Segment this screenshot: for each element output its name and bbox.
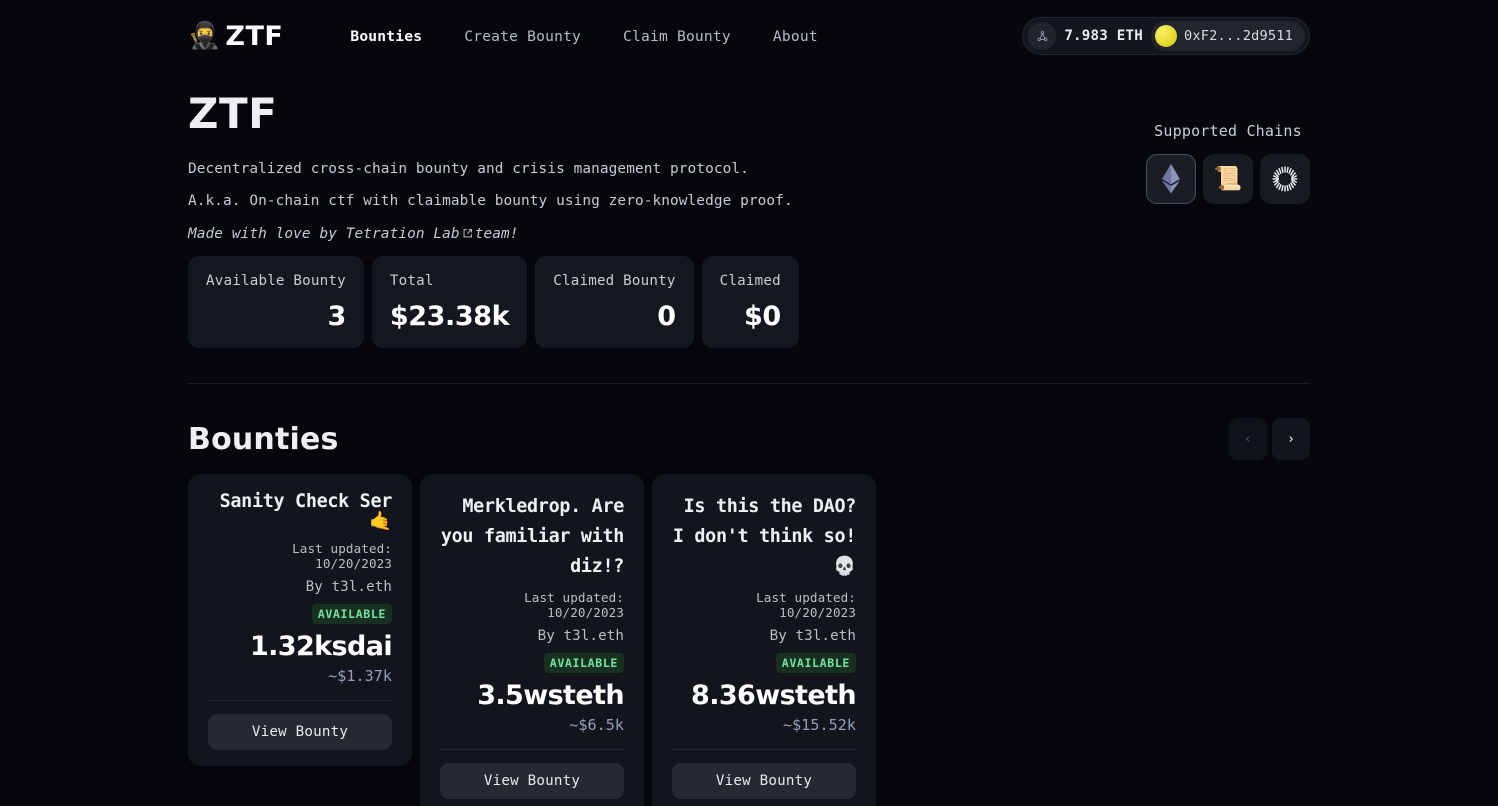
chevron-left-icon[interactable]: ‹ bbox=[1229, 418, 1267, 460]
avatar bbox=[1155, 25, 1177, 47]
pagination: ‹ › bbox=[1229, 418, 1310, 460]
stat-card-claimed-bounty: Claimed Bounty 0 bbox=[535, 256, 694, 348]
bounty-last-updated: Last updated: 10/20/2023 bbox=[292, 541, 392, 572]
ninja-icon: 🥷 bbox=[188, 21, 221, 51]
ethereum-icon bbox=[1162, 164, 1180, 194]
bounty-amount: 8.36wsteth bbox=[691, 680, 857, 712]
bounties-title: Bounties bbox=[188, 421, 339, 457]
stat-value: 3 bbox=[327, 301, 346, 332]
hero-credit: Made with love by Tetration Lab team! bbox=[188, 226, 948, 243]
wallet-address: 0xF2...2d9511 bbox=[1184, 28, 1293, 44]
nav-link-bounties[interactable]: Bounties bbox=[329, 22, 443, 51]
bounty-card-list: Sanity Check Ser 🤙 Last updated: 10/20/2… bbox=[188, 474, 876, 806]
bounty-usd-value: ~$15.52k bbox=[782, 716, 856, 735]
brand-logo[interactable]: 🥷 ZTF bbox=[188, 21, 283, 52]
bounty-usd-value: ~$6.5k bbox=[569, 716, 624, 735]
view-bounty-button[interactable]: View Bounty bbox=[672, 763, 856, 800]
hero-description-line-1: Decentralized cross-chain bounty and cri… bbox=[188, 161, 749, 178]
bounty-amount: 3.5wsteth bbox=[477, 680, 624, 712]
scroll-icon: 📜 bbox=[1213, 165, 1243, 192]
brand-name: ZTF bbox=[225, 20, 284, 52]
ethereum-network-icon[interactable] bbox=[1028, 22, 1057, 50]
card-separator bbox=[208, 700, 392, 702]
bounty-title: Merkledrop. Are you familiar with diz!? bbox=[440, 496, 624, 577]
card-separator bbox=[672, 749, 856, 751]
bounty-usd-value: ~$1.37k bbox=[328, 667, 392, 686]
bounty-card[interactable]: Is this the DAO? I don't think so! 💀 Las… bbox=[652, 474, 876, 806]
stat-card-claimed: Claimed $0 bbox=[701, 256, 799, 348]
bounties-section-header: Bounties ‹ › bbox=[188, 418, 1310, 460]
stat-label: Total bbox=[389, 273, 434, 289]
stat-value: $23.38k bbox=[389, 301, 510, 332]
badge-row: AVAILABLE bbox=[672, 653, 856, 674]
app-root: 🥷 ZTF Bounties Create Bounty Claim Bount… bbox=[0, 0, 1498, 806]
bounty-author: By t3l.eth bbox=[769, 628, 856, 645]
bounty-last-updated: Last updated: 10/20/2023 bbox=[756, 590, 856, 621]
bounty-card[interactable]: Merkledrop. Are you familiar with diz!? … bbox=[420, 474, 644, 806]
stats-row: Available Bounty 3 Total $23.38k Claimed… bbox=[188, 256, 799, 348]
stat-card-available-bounty: Available Bounty 3 bbox=[188, 256, 364, 348]
stat-value: 0 bbox=[657, 301, 676, 332]
hero-credit-suffix: team! bbox=[474, 226, 519, 243]
status-badge: AVAILABLE bbox=[311, 604, 392, 625]
hero-credit-prefix: Made with love by Tetration Lab bbox=[188, 226, 460, 243]
hero-description-line-2: A.k.a. On-chain ctf with claimable bount… bbox=[188, 193, 793, 210]
badge-row: AVAILABLE bbox=[208, 604, 392, 625]
sunburst-icon bbox=[1272, 166, 1298, 192]
bounty-card[interactable]: Sanity Check Ser 🤙 Last updated: 10/20/2… bbox=[188, 474, 412, 767]
stat-label: Available Bounty bbox=[206, 273, 346, 289]
chevron-right-icon[interactable]: › bbox=[1272, 418, 1310, 460]
status-badge: AVAILABLE bbox=[775, 653, 856, 674]
bounty-title: Sanity Check Ser 🤙 bbox=[219, 491, 393, 533]
nav-link-about[interactable]: About bbox=[752, 22, 839, 51]
supported-chains-panel: Supported Chains 📜 bbox=[1146, 122, 1310, 204]
external-link-icon[interactable] bbox=[462, 227, 473, 243]
top-navigation-bar: 🥷 ZTF Bounties Create Bounty Claim Bount… bbox=[188, 14, 1310, 58]
chain-button-ethereum[interactable] bbox=[1146, 154, 1196, 204]
section-divider bbox=[188, 383, 1310, 384]
stat-value: $0 bbox=[744, 301, 781, 332]
supported-chains-title: Supported Chains bbox=[1154, 122, 1302, 140]
wallet-balance: 7.983 ETH bbox=[1064, 28, 1143, 44]
view-bounty-button[interactable]: View Bounty bbox=[440, 763, 624, 800]
card-separator bbox=[440, 749, 624, 751]
nav-link-create-bounty[interactable]: Create Bounty bbox=[443, 22, 602, 51]
bounty-author: By t3l.eth bbox=[537, 628, 624, 645]
nav-link-claim-bounty[interactable]: Claim Bounty bbox=[602, 22, 752, 51]
chain-list: 📜 bbox=[1146, 154, 1310, 204]
stat-label: Claimed bbox=[719, 273, 781, 289]
bounty-amount: 1.32ksdai bbox=[249, 631, 393, 663]
wallet-widget[interactable]: 7.983 ETH 0xF2...2d9511 bbox=[1022, 17, 1310, 55]
bounty-title: Is this the DAO? I don't think so! 💀 bbox=[672, 496, 856, 577]
badge-row: AVAILABLE bbox=[440, 653, 624, 674]
status-badge: AVAILABLE bbox=[543, 653, 624, 674]
chain-button-sunburst[interactable] bbox=[1260, 154, 1310, 204]
hero-section: ZTF Decentralized cross-chain bounty and… bbox=[188, 89, 948, 243]
wallet-address-pill[interactable]: 0xF2...2d9511 bbox=[1151, 21, 1305, 51]
bounty-author: By t3l.eth bbox=[305, 579, 392, 596]
nav-links: Bounties Create Bounty Claim Bounty Abou… bbox=[329, 22, 839, 51]
hero-description: Decentralized cross-chain bounty and cri… bbox=[188, 154, 948, 218]
bounty-last-updated: Last updated: 10/20/2023 bbox=[524, 590, 624, 621]
chain-button-scroll[interactable]: 📜 bbox=[1203, 154, 1253, 204]
page-title: ZTF bbox=[188, 89, 278, 138]
view-bounty-button[interactable]: View Bounty bbox=[208, 714, 392, 751]
stat-card-total: Total $23.38k bbox=[371, 256, 528, 348]
stat-label: Claimed Bounty bbox=[553, 273, 676, 289]
